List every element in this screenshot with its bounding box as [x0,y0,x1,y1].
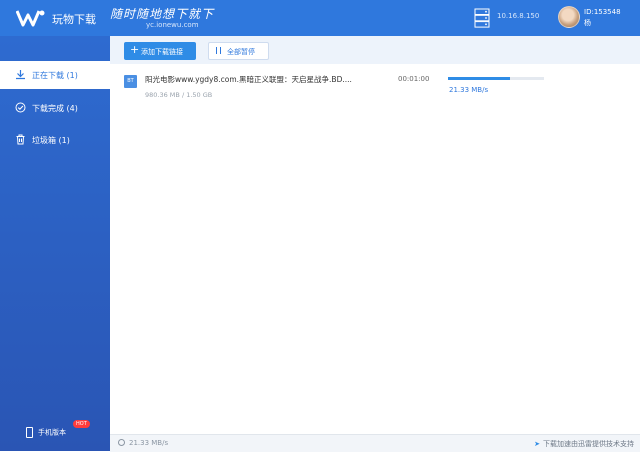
pause-icon [216,47,221,54]
plus-icon: + [130,43,140,56]
sidebar-item-label: 下载完成 (4) [32,104,78,113]
server-ip: 10.16.8.150 [497,12,540,20]
user-name: 杨 [584,19,591,27]
user-id: ID:153548 [584,8,621,16]
task-time-left: 00:01:00 [398,75,430,83]
thunder-bird-icon: ➤ [534,440,540,448]
download-task-row[interactable]: BT 阳光电影www.ygdy8.com.黑暗正义联盟：天启星战争.BD....… [110,66,640,106]
powered-by: ➤ 下载加速由迅雷提供技术支持 [534,439,634,449]
bt-file-icon: BT [124,75,137,88]
sidebar-item-completed[interactable]: 下载完成 (4) [0,94,110,122]
sidebar-item-label: 垃圾箱 (1) [32,136,70,145]
task-name: 阳光电影www.ygdy8.com.黑暗正义联盟：天启星战争.BD.... [145,75,352,84]
hot-badge: HOT [73,420,90,428]
pause-all-label: 全部暂停 [227,48,255,56]
trash-icon [16,134,25,145]
add-download-link-button[interactable]: + 添加下载链接 [124,42,196,60]
check-circle-icon [15,102,26,113]
app-name: 玩物下载 [52,13,96,26]
avatar[interactable] [558,6,580,28]
task-progress-fill [448,77,511,80]
sidebar: 正在下载 (1) 下载完成 (4) 垃圾箱 (1) 手机版本 HOT [0,36,110,451]
speed-gauge-icon [118,439,125,446]
task-progress-bar [448,77,544,80]
task-size: 980.36 MB / 1.50 GB [145,91,213,99]
phone-icon [26,427,33,438]
total-speed: 21.33 MB/s [118,439,168,447]
pause-all-button[interactable]: 全部暂停 [208,42,269,60]
sidebar-item-trash[interactable]: 垃圾箱 (1) [0,126,110,154]
add-download-link-label: 添加下载链接 [141,48,183,56]
status-bar: 21.33 MB/s ➤ 下载加速由迅雷提供技术支持 [110,434,640,452]
task-speed: 21.33 MB/s [449,86,489,94]
sidebar-item-downloading[interactable]: 正在下载 (1) [0,61,110,89]
sidebar-item-label: 正在下载 (1) [32,71,78,80]
total-speed-value: 21.33 MB/s [129,439,169,447]
download-icon [16,70,25,80]
server-icon[interactable] [474,8,490,28]
powered-by-text: 下载加速由迅雷提供技术支持 [543,440,634,448]
mobile-version-link[interactable]: 手机版本 HOT [26,420,90,438]
title-bar: 玩物下载 随时随地想下就下 yc.ionewu.com 10.16.8.150 … [0,0,640,36]
toolbar: + 添加下载链接 全部暂停 [110,36,640,64]
wanwu-logo-icon [16,10,45,27]
mobile-version-label: 手机版本 [38,428,66,437]
slogan-url: yc.ionewu.com [146,21,199,29]
slogan: 随时随地想下就下 [110,7,215,21]
